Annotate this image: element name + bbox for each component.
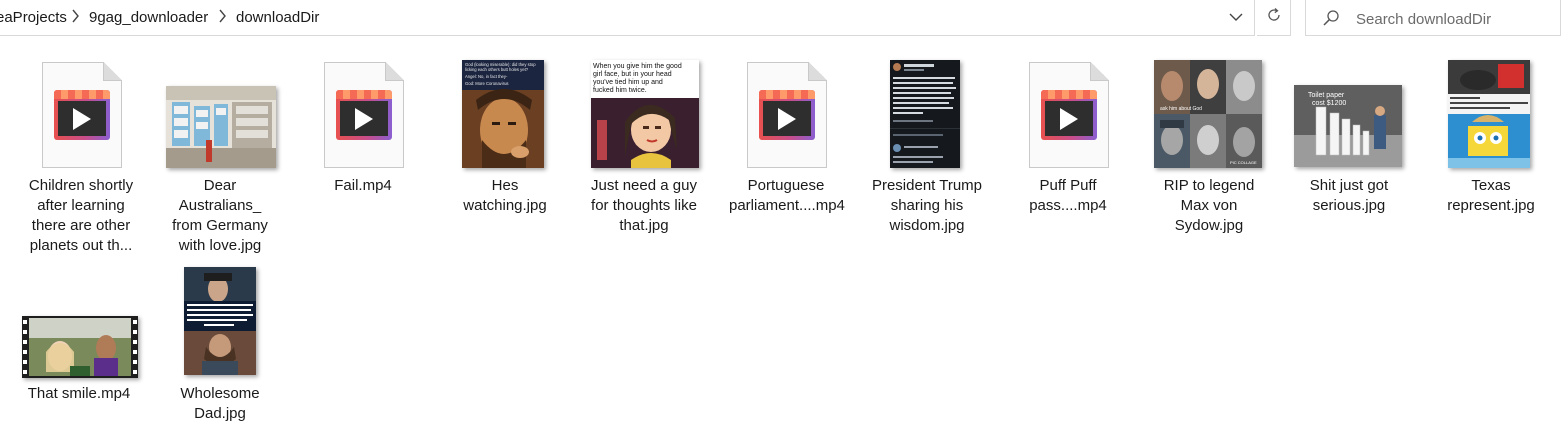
video-file-icon <box>1029 62 1109 168</box>
file-item[interactable]: God (looking miserable): did they stop l… <box>448 58 562 214</box>
file-name: Just need a guy for thoughts like that.j… <box>591 177 697 234</box>
video-file-icon <box>42 62 122 168</box>
search-box[interactable] <box>1305 0 1561 36</box>
file-item[interactable]: Children shortly after learning there ar… <box>24 58 138 258</box>
refresh-button[interactable] <box>1257 0 1291 36</box>
file-name: President Trump sharing his wisdom.jpg <box>871 177 983 234</box>
chevron-right-icon[interactable] <box>219 9 227 26</box>
search-icon <box>1322 9 1340 32</box>
image-thumbnail: When you give him the good girl face, bu… <box>591 60 699 168</box>
file-item[interactable]: When you give him the good girl face, bu… <box>587 58 701 238</box>
file-name: Children shortly after learning there ar… <box>28 177 134 254</box>
file-item[interactable]: Portuguese parliament....mp4 <box>729 58 845 238</box>
thumb-text: ask him about God <box>1160 106 1202 112</box>
file-name: Shit just got serious.jpg <box>1309 177 1389 214</box>
file-name: That smile.mp4 <box>27 385 131 402</box>
video-thumbnail <box>22 316 138 378</box>
thumb-text: Toilet paper cost $1200 <box>1308 92 1346 107</box>
file-item[interactable]: Toilet paper cost $1200 Shit just got se… <box>1292 58 1406 218</box>
file-item[interactable]: Puff Puff pass....mp4 <box>1011 58 1125 218</box>
chevron-down-icon <box>1229 9 1243 27</box>
video-file-icon <box>747 62 827 168</box>
address-history-dropdown[interactable] <box>1222 4 1250 32</box>
file-name: Wholesome Dad.jpg <box>180 385 260 422</box>
image-thumbnail: Toilet paper cost $1200 <box>1294 85 1402 167</box>
video-file-icon <box>324 62 404 168</box>
file-name: Puff Puff pass....mp4 <box>1029 177 1107 214</box>
image-thumbnail: ask him about God PIC COLLAGE <box>1154 60 1262 168</box>
file-item[interactable]: Fail.mp4 <box>306 58 420 208</box>
file-name: RIP to legend Max von Sydow.jpg <box>1163 177 1255 234</box>
file-item[interactable]: Texas represent.jpg <box>1434 58 1548 218</box>
file-name: Fail.mp4 <box>334 177 392 194</box>
breadcrumb-item-9gag-downloader[interactable]: 9gag_downloader <box>89 9 208 26</box>
file-item[interactable]: That smile.mp4 <box>22 266 138 416</box>
file-name: Texas represent.jpg <box>1447 177 1535 214</box>
file-name: Dear Australians_ from Germany with love… <box>172 177 268 254</box>
thumb-text: PIC COLLAGE <box>1230 160 1257 165</box>
image-thumbnail <box>166 86 276 168</box>
breadcrumb-item-projects[interactable]: eaProjects <box>0 9 67 26</box>
file-item[interactable]: ask him about God PIC COLLAGE RIP to leg… <box>1152 58 1266 238</box>
image-thumbnail <box>184 267 256 375</box>
file-item[interactable]: Wholesome Dad.jpg <box>163 266 277 426</box>
image-thumbnail <box>1448 60 1530 168</box>
file-item[interactable]: President Trump sharing his wisdom.jpg <box>870 58 984 238</box>
search-input[interactable] <box>1354 7 1558 31</box>
chevron-right-icon[interactable] <box>72 9 80 26</box>
explorer-toolbar: eaProjects 9gag_downloader downloadDir <box>0 0 1566 37</box>
file-name: Hes watching.jpg <box>463 177 547 214</box>
image-thumbnail <box>890 60 960 168</box>
address-bar[interactable]: eaProjects 9gag_downloader downloadDir <box>0 0 1255 36</box>
image-thumbnail: God (looking miserable): did they stop l… <box>462 60 544 168</box>
file-item[interactable]: Dear Australians_ from Germany with love… <box>163 58 277 254</box>
file-name: Portuguese parliament....mp4 <box>729 177 845 214</box>
breadcrumb-item-downloaddir[interactable]: downloadDir <box>236 9 319 26</box>
refresh-icon <box>1266 7 1282 28</box>
